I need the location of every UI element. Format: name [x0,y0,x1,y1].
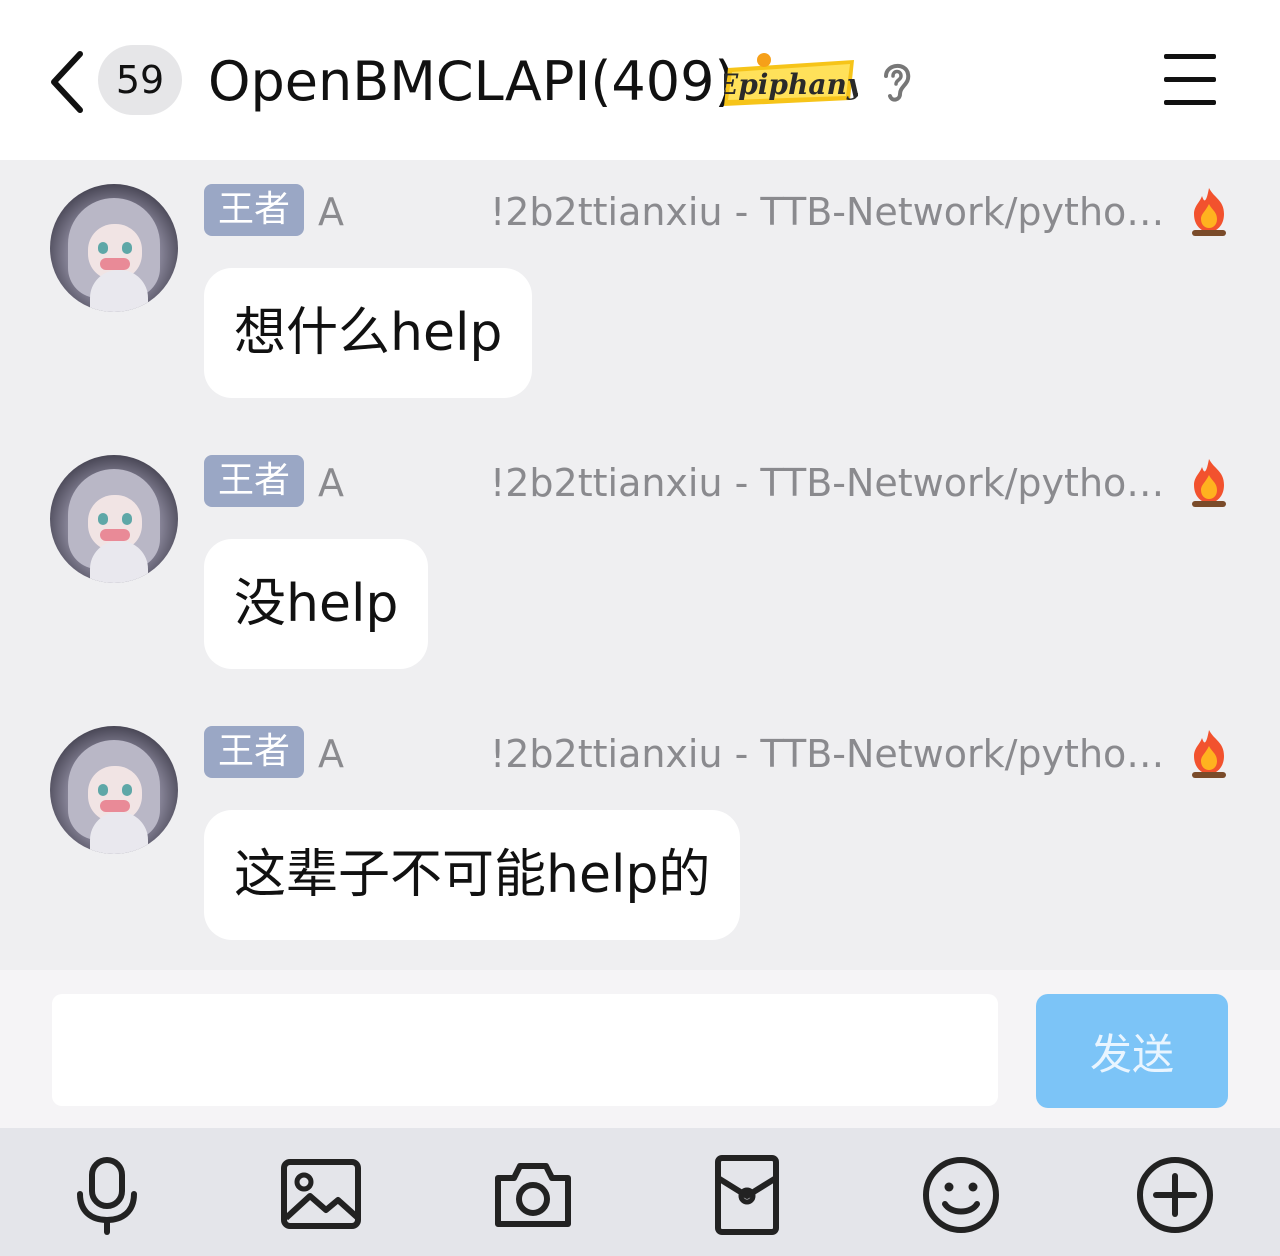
sender-title-tag: !2b2ttianxiu - TTB-Network/python-openbm… [490,732,1172,776]
avatar[interactable] [50,455,178,583]
sender-nick[interactable]: A [318,186,344,238]
camera-icon[interactable] [490,1152,576,1238]
red-packet-icon[interactable] [704,1152,790,1238]
menu-icon[interactable] [1160,54,1220,106]
chat-header: 59 OpenBMCLAPI(409) Epiphany [0,0,1280,160]
role-badge: 王者 [204,455,304,507]
unread-count-badge[interactable]: 59 [98,45,182,115]
message-bubble[interactable]: 想什么help [204,268,533,398]
input-toolbar [0,1128,1280,1256]
svg-text:Epiphany: Epiphany [724,68,858,101]
sender-title-tag: !2b2ttianxiu - TTB-Network/python-openbm… [490,190,1172,234]
plus-icon[interactable] [1132,1152,1218,1238]
image-icon[interactable] [278,1152,364,1238]
message-input[interactable] [52,994,998,1106]
message-bubble[interactable]: 没help [204,539,429,669]
ear-icon[interactable] [876,56,916,104]
chevron-left-icon [51,51,83,113]
fire-icon [1192,459,1226,507]
role-badge: 王者 [204,726,304,778]
message-bubble[interactable]: 这辈子不可能help的 [204,810,741,940]
avatar[interactable] [50,184,178,312]
epiphany-badge-icon: Epiphany [716,50,865,110]
fire-icon [1192,730,1226,778]
emoji-icon[interactable] [918,1152,1004,1238]
avatar[interactable] [50,726,178,854]
role-badge: 王者 [204,184,304,236]
send-button[interactable]: 发送 [1036,994,1228,1108]
sender-nick[interactable]: A [318,728,344,780]
message-composer: 发送 [0,970,1280,1128]
sender-title-tag: !2b2ttianxiu - TTB-Network/python-openbm… [490,461,1172,505]
group-title[interactable]: OpenBMCLAPI(409) [208,46,736,118]
fire-icon [1192,188,1226,236]
sender-nick[interactable]: A [318,457,344,509]
back-button[interactable] [40,46,96,118]
microphone-icon[interactable] [64,1152,150,1238]
